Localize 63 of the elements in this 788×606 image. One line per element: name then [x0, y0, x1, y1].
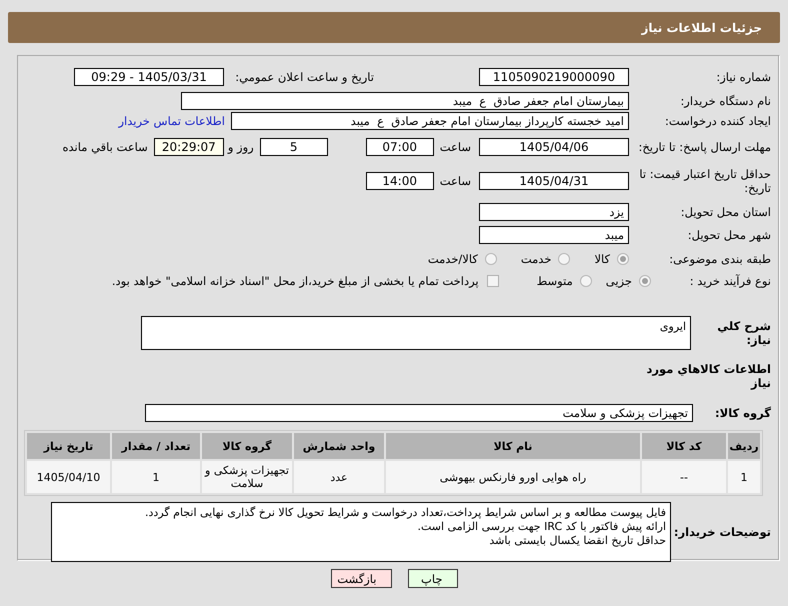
- table-cell: 1405/04/10: [27, 461, 110, 493]
- notes-field[interactable]: فایل پیوست مطالعه و بر اساس شرایط پرداخت،تعداد درخواست و شرایط تحویل کالا نرخ گذاری نهایی انجام گردد. ارائه پیش فاکتور با کد IRC جهت بررسی الزامی است. حداقل تاریخ انقضا یکسال بایستی باشد: [51, 502, 671, 562]
- radio-label: متوسط: [536, 274, 573, 288]
- radio-button[interactable]: [617, 253, 629, 265]
- radio-label: کالا/خدمت: [428, 252, 478, 266]
- checkbox[interactable]: [486, 275, 499, 287]
- field-label: شهر محل تحویل:: [686, 228, 771, 242]
- field-label: حداقل تاریخ اعتبار قیمت: تا تاریخ:: [638, 167, 771, 195]
- table-cell: تجهیزات پزشکی و سلامت: [202, 461, 292, 493]
- deadline-time-field[interactable]: 07:00: [366, 138, 434, 156]
- validity-date-field[interactable]: 1405/04/31: [479, 172, 629, 190]
- need-number-field[interactable]: 1105090219000090: [479, 68, 629, 86]
- radio-button[interactable]: [639, 275, 651, 287]
- description-field[interactable]: ایروی: [141, 316, 691, 350]
- days-label: روز و: [228, 140, 254, 154]
- goods-group-label: گروه کالا:: [714, 406, 771, 420]
- remaining-time-field[interactable]: 20:29:07: [154, 138, 224, 156]
- table-cell: --: [642, 461, 726, 493]
- radio-label: جزیی: [606, 274, 632, 288]
- radio-label: خدمت: [520, 252, 552, 266]
- column-header: ردیف: [728, 433, 760, 459]
- province-field[interactable]: یزد: [479, 203, 629, 221]
- remaining-label: ساعت باقي مانده: [62, 140, 148, 154]
- days-field[interactable]: 5: [260, 138, 328, 156]
- table-cell: 1: [112, 461, 200, 493]
- section-title: اطلاعات کالاهاي مورد نیاز: [646, 362, 771, 390]
- column-header: واحد شمارش: [294, 433, 384, 459]
- field-label: شماره نیاز:: [715, 70, 771, 84]
- buyer-name-field[interactable]: بیمارستان امام جعفر صادق ع میبد: [181, 92, 629, 110]
- goods-group-field[interactable]: تجهیزات پزشکی و سلامت: [145, 404, 693, 422]
- city-field[interactable]: میبد: [479, 226, 629, 244]
- field-label: ایجاد کننده درخواست:: [664, 114, 771, 128]
- radio-button[interactable]: [484, 253, 497, 265]
- field-label: طبقه بندی موضوعی:: [668, 252, 771, 266]
- column-header: نام کالا: [386, 433, 640, 459]
- payment-option-label: پرداخت تمام یا بخشی از مبلغ خرید،از محل "اسناد خزانه اسلامی" خواهد بود.: [112, 274, 479, 288]
- radio-button[interactable]: [580, 275, 592, 287]
- requester-field[interactable]: امید خجسته کارپرداز بیمارستان امام جعفر صادق ع میبد: [231, 112, 629, 130]
- field-label: مهلت ارسال پاسخ: تا تاریخ:: [637, 140, 771, 154]
- field-label: نوع فرآیند خرید :: [688, 274, 771, 288]
- description-label: شرح کلي نیاز:: [716, 319, 771, 347]
- field-label: نام دستگاه خریدار:: [679, 94, 771, 108]
- column-header: تعداد / مقدار: [112, 433, 200, 459]
- notes-label: توضیحات خریدار:: [672, 525, 771, 539]
- field-label: استان محل تحویل:: [680, 205, 771, 219]
- field-label: تاریخ و ساعت اعلان عمومي:: [234, 70, 374, 84]
- table-cell: راه هوایی اورو فارنکس بیهوشی: [386, 461, 640, 493]
- column-header: کد کالا: [642, 433, 726, 459]
- table-cell: 1: [728, 461, 760, 493]
- print-button[interactable]: چاپ: [408, 569, 458, 588]
- back-button[interactable]: بازگشت: [330, 569, 392, 588]
- time-label: ساعت: [440, 140, 471, 154]
- radio-label: کالا: [594, 252, 610, 266]
- column-header: گروه کالا: [202, 433, 292, 459]
- table-cell: عدد: [294, 461, 384, 493]
- deadline-date-field[interactable]: 1405/04/06: [479, 138, 629, 156]
- contact-link[interactable]: اطلاعات تماس خریدار: [118, 114, 225, 128]
- time-label: ساعت: [440, 174, 471, 188]
- page-title: جزئیات اطلاعات نیاز: [641, 20, 762, 34]
- column-header: تاریخ نیاز: [27, 433, 110, 459]
- validity-time-field[interactable]: 14:00: [366, 172, 434, 190]
- announce-date-field[interactable]: 1405/03/31 - 09:29: [74, 68, 224, 86]
- radio-button[interactable]: [558, 253, 570, 265]
